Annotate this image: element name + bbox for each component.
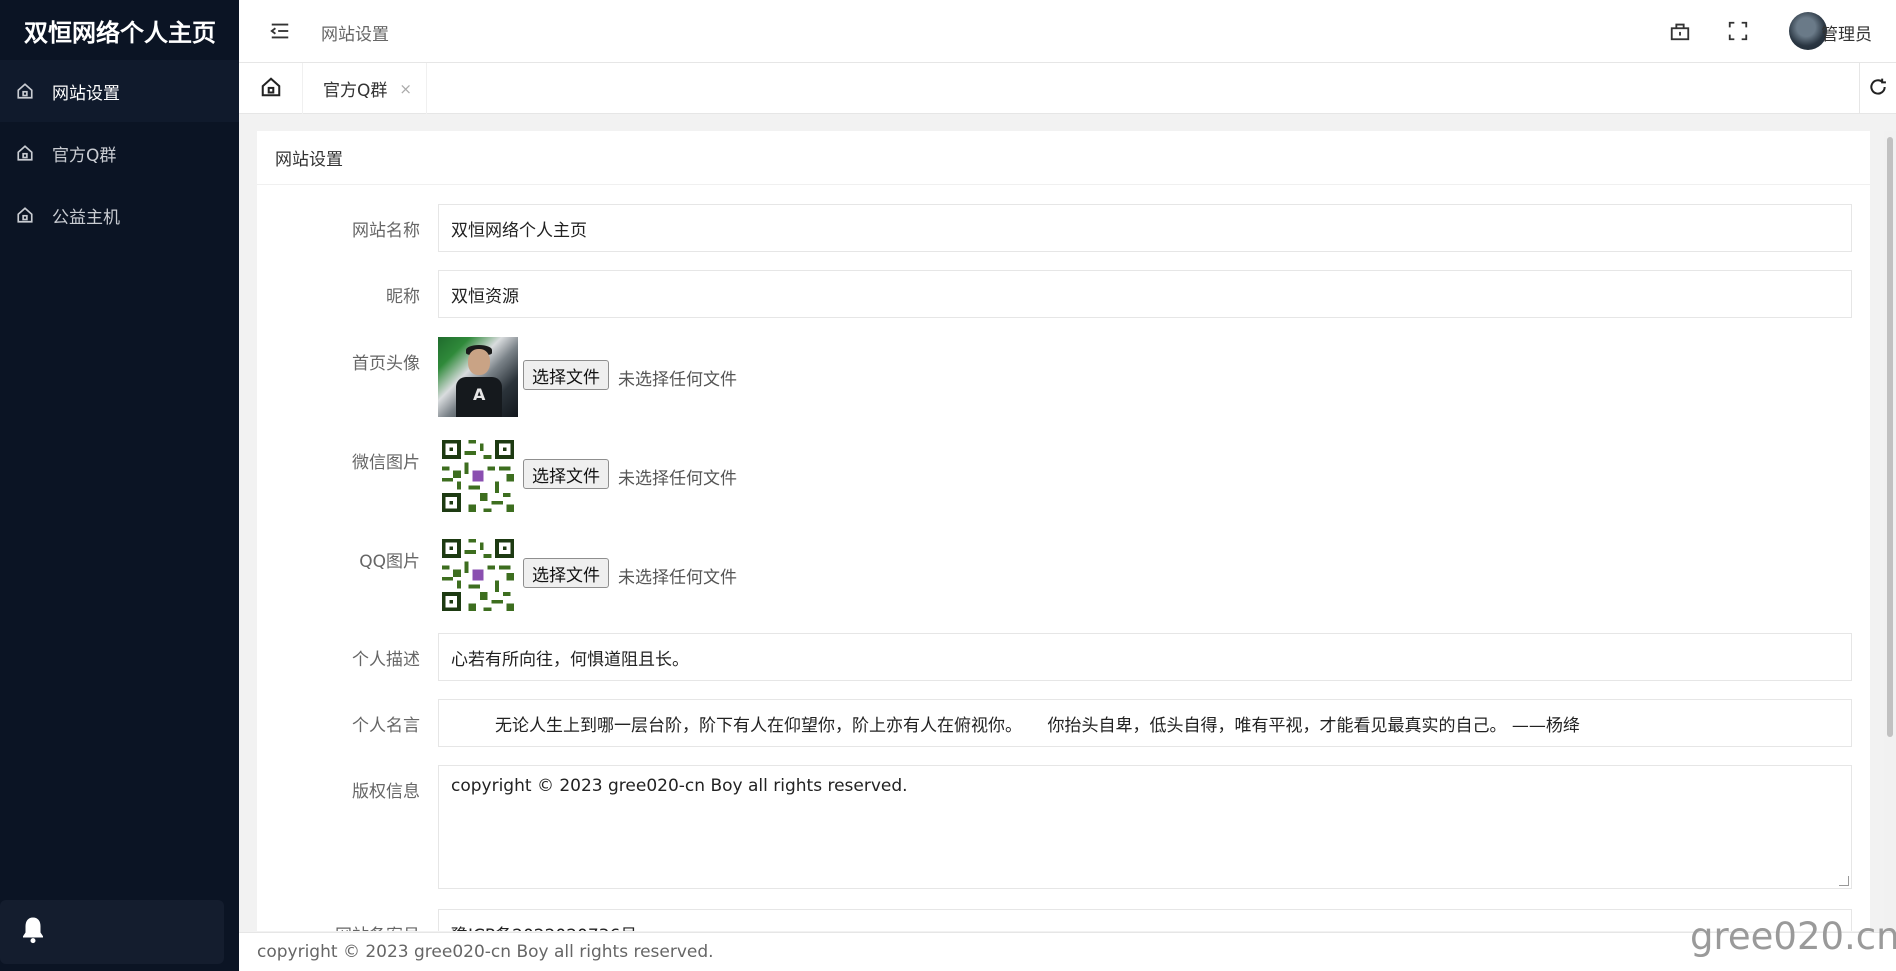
copyright-label: 版权信息: [352, 782, 420, 802]
home-icon: [16, 144, 34, 162]
site-name-label: 网站名称: [352, 221, 420, 241]
motto-label: 个人名言: [352, 716, 420, 736]
admin-name[interactable]: 管理员: [1821, 20, 1872, 45]
sidebar-item-label: 网站设置: [52, 83, 120, 104]
avatar-image: A: [438, 337, 518, 417]
description-label: 个人描述: [352, 650, 420, 670]
top-header: 网站设置 管理员: [239, 0, 1896, 63]
description-input[interactable]: 心若有所向往，何惧道阻且长。: [438, 633, 1852, 681]
card-title: 网站设置: [257, 131, 1870, 185]
menu-toggle-icon[interactable]: [269, 20, 291, 42]
icp-label: 网站备案号: [257, 921, 420, 931]
home-icon: [16, 206, 34, 224]
nickname-input[interactable]: 双恒资源: [438, 270, 1852, 318]
sidebar-item-label: 公益主机: [52, 207, 120, 228]
copyright-text: copyright © 2023 gree020-cn Boy all righ…: [451, 776, 908, 796]
qq-file-status: 未选择任何文件: [618, 568, 737, 588]
tab-qq-group[interactable]: 官方Q群 ×: [303, 63, 427, 114]
home-icon: [260, 76, 282, 102]
icp-input[interactable]: 豫ICP备2022020736号: [438, 909, 1852, 931]
wechat-choose-file-button[interactable]: 选择文件: [523, 459, 609, 489]
wechat-label: 微信图片: [352, 453, 420, 473]
form-row-avatar: 首页头像 A 选择文件 未选择任何文件: [257, 337, 1870, 417]
site-name-input[interactable]: 双恒网络个人主页: [438, 204, 1852, 252]
qq-label: QQ图片: [359, 552, 420, 572]
fullscreen-icon[interactable]: [1727, 20, 1749, 42]
settings-card: 网站设置 网站名称 双恒网络个人主页 昵称 双恒资源 首页头像 A 选择文件 未…: [257, 131, 1870, 931]
avatar-label: 首页头像: [352, 354, 420, 374]
home-icon: [16, 82, 34, 100]
scrollbar[interactable]: [1884, 131, 1896, 931]
avatar-file-status: 未选择任何文件: [618, 370, 737, 390]
qq-choose-file-button[interactable]: 选择文件: [523, 558, 609, 588]
nickname-label: 昵称: [386, 287, 420, 307]
sidebar-item-site-settings[interactable]: 网站设置: [0, 60, 239, 122]
clear-cache-icon[interactable]: [1669, 20, 1691, 42]
sidebar: 双恒网络个人主页 网站设置 官方Q群 公益主机: [0, 0, 239, 971]
close-icon[interactable]: ×: [399, 80, 412, 98]
brand-title[interactable]: 双恒网络个人主页: [0, 0, 239, 60]
avatar-choose-file-button[interactable]: 选择文件: [523, 360, 609, 390]
tab-home[interactable]: [239, 63, 303, 114]
wechat-qr-image: [438, 436, 518, 516]
bell-icon: [18, 915, 48, 949]
copyright-textarea[interactable]: copyright © 2023 gree020-cn Boy all righ…: [438, 765, 1852, 889]
watermark: gree020.cn: [1690, 915, 1896, 958]
tab-label: 官方Q群: [323, 81, 388, 101]
resize-handle[interactable]: [1839, 876, 1849, 886]
scroll-thumb[interactable]: [1887, 137, 1893, 737]
wechat-file-status: 未选择任何文件: [618, 469, 737, 489]
sidebar-item-public-host[interactable]: 公益主机: [0, 184, 239, 246]
tab-bar: 官方Q群 ×: [239, 63, 1896, 114]
refresh-button[interactable]: [1859, 63, 1896, 114]
sidebar-item-qq-group[interactable]: 官方Q群: [0, 122, 239, 184]
footer-copyright: copyright © 2023 gree020-cn Boy all righ…: [257, 942, 714, 962]
sidebar-item-label: 官方Q群: [52, 145, 117, 166]
page-title: 网站设置: [321, 25, 389, 45]
notification-button[interactable]: [0, 900, 224, 964]
footer: copyright © 2023 gree020-cn Boy all righ…: [239, 932, 1896, 971]
refresh-icon: [1868, 77, 1888, 101]
motto-input[interactable]: 无论人生上到哪一层台阶，阶下有人在仰望你，阶上亦有人在俯视你。 你抬头自卑，低头…: [438, 699, 1852, 747]
qq-qr-image: [438, 535, 518, 615]
